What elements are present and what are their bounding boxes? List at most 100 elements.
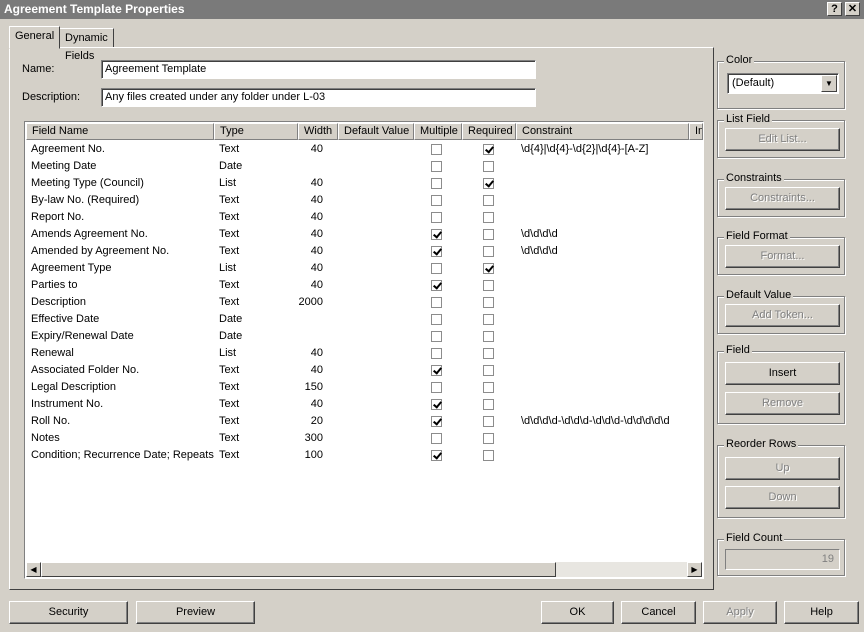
cell-constraint — [521, 311, 691, 328]
cell-constraint: \d\d\d\d — [521, 245, 558, 257]
close-title-button[interactable]: ✕ — [845, 2, 860, 16]
required-checkbox[interactable] — [483, 433, 494, 444]
multiple-checkbox[interactable] — [431, 297, 442, 308]
insert-button[interactable]: Insert — [725, 362, 840, 385]
security-button[interactable]: Security — [9, 601, 128, 624]
required-checkbox[interactable] — [483, 297, 494, 308]
multiple-checkbox[interactable] — [431, 399, 442, 410]
edit-list-button[interactable]: Edit List... — [725, 128, 840, 151]
required-checkbox[interactable] — [483, 382, 494, 393]
required-checkbox[interactable] — [483, 161, 494, 172]
col-header-field-name[interactable]: Field Name — [26, 123, 214, 140]
name-field[interactable]: Agreement Template — [101, 60, 536, 79]
required-checkbox[interactable] — [483, 212, 494, 223]
cell-width: 40 — [310, 211, 323, 223]
required-checkbox[interactable] — [483, 144, 494, 155]
table-row[interactable]: Report No. Text 40 — [26, 209, 702, 226]
add-token-button[interactable]: Add Token... — [725, 304, 840, 327]
fields-grid[interactable]: Field Name Type Width Default Value Mult… — [24, 121, 704, 579]
col-header-width[interactable]: Width — [298, 123, 338, 140]
table-row[interactable]: Renewal List 40 — [26, 345, 702, 362]
required-checkbox[interactable] — [483, 331, 494, 342]
table-row[interactable]: Roll No. Text 20 \d\d\d\d-\d\d\d-\d\d\d-\d\… — [26, 413, 702, 430]
required-checkbox[interactable] — [483, 280, 494, 291]
multiple-checkbox[interactable] — [431, 348, 442, 359]
col-header-in[interactable]: In — [689, 123, 703, 140]
horizontal-scrollbar[interactable]: ◀ ▶ — [26, 562, 702, 577]
down-button[interactable]: Down — [725, 486, 840, 509]
multiple-checkbox[interactable] — [431, 416, 442, 427]
col-header-type[interactable]: Type — [214, 123, 298, 140]
color-select[interactable]: (Default) ▼ — [727, 73, 839, 94]
table-row[interactable]: By-law No. (Required) Text 40 — [26, 192, 702, 209]
chevron-down-icon[interactable]: ▼ — [821, 75, 837, 92]
apply-button[interactable]: Apply — [703, 601, 777, 624]
required-checkbox[interactable] — [483, 195, 494, 206]
help-button[interactable]: Help — [784, 601, 859, 624]
table-row[interactable]: Legal Description Text 150 — [26, 379, 702, 396]
multiple-checkbox[interactable] — [431, 212, 442, 223]
help-title-button[interactable]: ? — [827, 2, 842, 16]
multiple-checkbox[interactable] — [431, 144, 442, 155]
ok-button[interactable]: OK — [541, 601, 614, 624]
multiple-checkbox[interactable] — [431, 195, 442, 206]
scroll-left-icon[interactable]: ◀ — [26, 562, 41, 577]
table-row[interactable]: Meeting Date Date — [26, 158, 702, 175]
format-button[interactable]: Format... — [725, 245, 840, 268]
table-row[interactable]: Parties to Text 40 — [26, 277, 702, 294]
table-row[interactable]: Description Text 2000 — [26, 294, 702, 311]
scroll-thumb[interactable] — [41, 562, 556, 577]
cell-constraint — [521, 430, 691, 447]
required-checkbox[interactable] — [483, 246, 494, 257]
cancel-button[interactable]: Cancel — [621, 601, 696, 624]
required-checkbox[interactable] — [483, 416, 494, 427]
preview-button[interactable]: Preview — [136, 601, 255, 624]
cell-constraint — [521, 294, 691, 311]
remove-button[interactable]: Remove — [725, 392, 840, 415]
multiple-checkbox[interactable] — [431, 314, 442, 325]
tab-dynamic-fields[interactable]: Dynamic Fields — [59, 28, 114, 62]
multiple-checkbox[interactable] — [431, 331, 442, 342]
table-row[interactable]: Effective Date Date — [26, 311, 702, 328]
table-row[interactable]: Expiry/Renewal Date Date — [26, 328, 702, 345]
table-row[interactable]: Instrument No. Text 40 — [26, 396, 702, 413]
tab-general[interactable]: General — [9, 26, 61, 49]
col-header-multiple[interactable]: Multiple — [414, 123, 462, 140]
multiple-checkbox[interactable] — [431, 161, 442, 172]
required-checkbox[interactable] — [483, 365, 494, 376]
table-row[interactable]: Agreement No. Text 40 \d{4}|\d{4}-\d{2}|\d{… — [26, 141, 702, 158]
multiple-checkbox[interactable] — [431, 263, 442, 274]
up-button[interactable]: Up — [725, 457, 840, 480]
cell-width: 150 — [304, 381, 323, 393]
table-row[interactable]: Notes Text 300 — [26, 430, 702, 447]
multiple-checkbox[interactable] — [431, 229, 442, 240]
col-header-constraint[interactable]: Constraint — [516, 123, 689, 140]
table-row[interactable]: Associated Folder No. Text 40 — [26, 362, 702, 379]
description-field[interactable]: Any files created under any folder under… — [101, 88, 536, 107]
multiple-checkbox[interactable] — [431, 450, 442, 461]
scroll-right-icon[interactable]: ▶ — [687, 562, 702, 577]
col-header-default-value[interactable]: Default Value — [338, 123, 414, 140]
required-checkbox[interactable] — [483, 178, 494, 189]
table-row[interactable]: Condition; Recurrence Date; Repeats Text 1… — [26, 447, 702, 464]
multiple-checkbox[interactable] — [431, 433, 442, 444]
table-row[interactable]: Meeting Type (Council) List 40 — [26, 175, 702, 192]
multiple-checkbox[interactable] — [431, 382, 442, 393]
multiple-checkbox[interactable] — [431, 365, 442, 376]
cell-constraint — [521, 362, 691, 379]
col-header-required[interactable]: Required — [462, 123, 516, 140]
color-group-title: Color — [724, 54, 755, 66]
required-checkbox[interactable] — [483, 399, 494, 410]
required-checkbox[interactable] — [483, 229, 494, 240]
multiple-checkbox[interactable] — [431, 178, 442, 189]
required-checkbox[interactable] — [483, 348, 494, 359]
required-checkbox[interactable] — [483, 314, 494, 325]
table-row[interactable]: Amends Agreement No. Text 40 \d\d\d\d — [26, 226, 702, 243]
multiple-checkbox[interactable] — [431, 246, 442, 257]
constraints-button[interactable]: Constraints... — [725, 187, 840, 210]
table-row[interactable]: Agreement Type List 40 — [26, 260, 702, 277]
multiple-checkbox[interactable] — [431, 280, 442, 291]
required-checkbox[interactable] — [483, 263, 494, 274]
required-checkbox[interactable] — [483, 450, 494, 461]
table-row[interactable]: Amended by Agreement No. Text 40 \d\d\d\d — [26, 243, 702, 260]
